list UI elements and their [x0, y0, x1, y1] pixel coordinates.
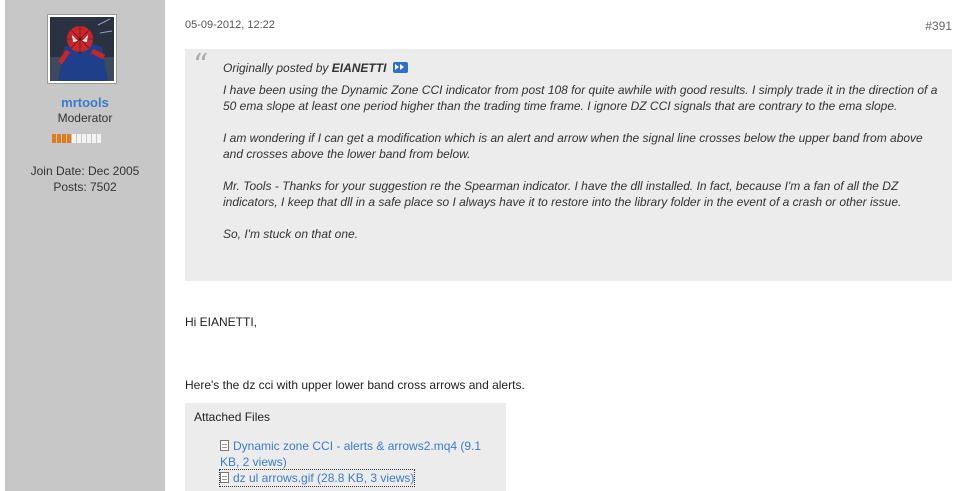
reputation-segment: [97, 134, 101, 143]
quote-block: “ Originally posted by EIANETTI I have b…: [185, 49, 952, 281]
reputation-segment: [52, 134, 56, 143]
post-date: 05-09-2012, 12:22: [185, 19, 275, 31]
reputation-segment: [57, 134, 61, 143]
reputation-segment: [72, 134, 76, 143]
sidebar-pointer: [155, 35, 165, 51]
quote-mark-icon: “: [193, 48, 209, 83]
view-post-icon[interactable]: [392, 62, 408, 74]
quote-paragraph: So, I'm stuck on that one.: [223, 227, 359, 241]
reputation-segment: [92, 134, 96, 143]
user-sidebar: mrtools Moderator Join Date: Dec 2005 Po…: [5, 0, 165, 491]
post-count: Posts: 7502: [53, 180, 117, 194]
spiderman-avatar-image: [50, 17, 114, 81]
attachment-label[interactable]: Dynamic zone CCI - alerts & arrows2.mq4 …: [220, 439, 481, 469]
username-link[interactable]: mrtools: [5, 95, 165, 110]
quote-body: I have been using the Dynamic Zone CCI i…: [223, 82, 938, 258]
attached-files-title: Attached Files: [194, 410, 271, 424]
reputation-segment: [67, 134, 71, 143]
join-date: Join Date: Dec 2005: [30, 164, 140, 178]
message-greeting: Hi EIANETTI,: [185, 315, 258, 329]
reputation-segment: [82, 134, 86, 143]
user-title: Moderator: [57, 111, 113, 125]
reputation-bar: [52, 134, 101, 143]
attachment-link[interactable]: dz ul arrows.gif (28.8 KB, 3 views): [218, 469, 416, 487]
attachment-label[interactable]: dz ul arrows.gif (28.8 KB, 3 views): [233, 471, 414, 485]
quote-author: EIANETTI: [331, 61, 387, 75]
file-icon: [220, 440, 229, 452]
quote-paragraph: I have been using the Dynamic Zone CCI i…: [223, 83, 938, 113]
quote-header: Originally posted by EIANETTI: [223, 61, 408, 75]
message-body: Here's the dz cci with upper lower band …: [185, 378, 525, 392]
reputation-segment: [62, 134, 66, 143]
post-number-link[interactable]: #391: [925, 19, 952, 33]
attachment-link[interactable]: Dynamic zone CCI - alerts & arrows2.mq4 …: [220, 438, 500, 470]
reputation-segment: [87, 134, 91, 143]
avatar[interactable]: [47, 14, 117, 84]
reputation-segment: [77, 134, 81, 143]
quote-paragraph: Mr. Tools - Thanks for your suggestion r…: [223, 179, 902, 209]
quote-paragraph: I am wondering if I can get a modificati…: [223, 131, 923, 161]
image-file-icon: [220, 472, 229, 484]
attached-files-box: Attached Files Dynamic zone CCI - alerts…: [185, 403, 506, 491]
quote-prefix: Originally posted by: [223, 61, 329, 75]
